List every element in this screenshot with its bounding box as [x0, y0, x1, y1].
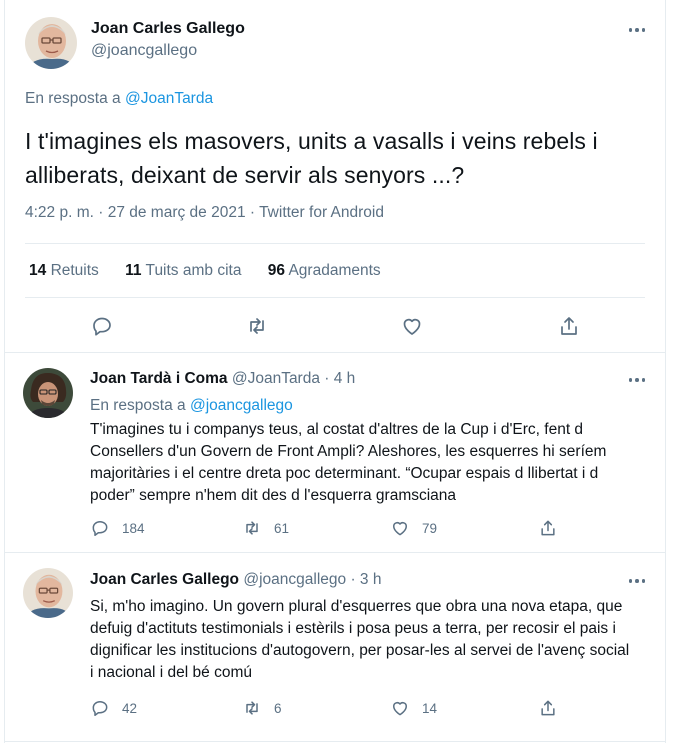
- like-count: 14: [422, 700, 438, 716]
- reply-icon: [92, 701, 108, 716]
- more-icon[interactable]: [625, 20, 649, 40]
- author-handle[interactable]: @JoanTarda: [232, 370, 320, 387]
- reply-header: Joan Carles Gallego @joancgallego · 3 h: [90, 571, 381, 589]
- reply-context: En resposta a @joancgallego: [90, 397, 293, 415]
- reply-icon: [93, 317, 111, 336]
- retweet-icon: [246, 521, 258, 535]
- retweet-count: 6: [274, 700, 282, 716]
- tweet-text: T'imagines tu i companys teus, al costat…: [90, 421, 607, 504]
- reply-prefix: En resposta a: [25, 90, 121, 107]
- reply-context: En resposta a @JoanTarda: [25, 90, 213, 108]
- heart-icon: [393, 522, 407, 536]
- avatar-joan-carles-gallego[interactable]: [23, 568, 73, 618]
- reply-tweet[interactable]: Joan Carles Gallego @joancgallego · 3 h …: [5, 553, 665, 742]
- author-name[interactable]: Joan Carles Gallego: [90, 571, 239, 588]
- retweet-button[interactable]: 61: [242, 518, 289, 538]
- reply-to-mention[interactable]: @joancgallego: [190, 397, 293, 414]
- divider: [25, 297, 645, 298]
- more-icon[interactable]: [625, 370, 649, 390]
- share-icon: [541, 520, 555, 536]
- author-handle[interactable]: @joancgallego: [243, 571, 346, 588]
- retweet-count: 61: [274, 520, 290, 536]
- reply-tweet[interactable]: Joan Tardà i Coma @JoanTarda · 4 h En re…: [5, 353, 665, 553]
- reply-header: Joan Tardà i Coma @JoanTarda · 4 h: [90, 370, 355, 388]
- reply-prefix: En resposta a: [90, 397, 186, 414]
- heart-icon: [403, 318, 421, 335]
- reply-count: 184: [122, 520, 145, 536]
- tweet-text: Si, m'ho imagino. Un govern plural d'esq…: [90, 598, 630, 681]
- reply-icon: [92, 521, 108, 536]
- like-count: 79: [422, 520, 438, 536]
- engagement-stats: 14 Retuits 11 Tuits amb cita 96 Agradame…: [29, 262, 403, 280]
- avatar-joan-tarda[interactable]: [23, 368, 73, 418]
- like-button[interactable]: 79: [390, 518, 437, 538]
- reply-button[interactable]: 184: [90, 518, 145, 538]
- reply-button[interactable]: [90, 314, 114, 338]
- heart-icon: [393, 702, 407, 716]
- reply-button[interactable]: 42: [90, 698, 137, 718]
- avatar-joan-carles-gallego[interactable]: [25, 17, 77, 69]
- author-name[interactable]: Joan Carles Gallego: [91, 20, 245, 38]
- like-button[interactable]: 14: [390, 698, 437, 718]
- tweet-time[interactable]: · 4 h: [324, 370, 355, 387]
- retweets-stat[interactable]: 14 Retuits: [29, 262, 99, 279]
- retweet-button[interactable]: [245, 314, 269, 338]
- reply-count: 42: [122, 700, 138, 716]
- share-button[interactable]: [538, 698, 558, 718]
- share-button[interactable]: [557, 314, 581, 338]
- share-button[interactable]: [538, 518, 558, 538]
- tweet-text: I t'imagines els masovers, units a vasal…: [25, 128, 598, 188]
- author-handle[interactable]: @joancgallego: [91, 42, 245, 60]
- main-tweet: Joan Carles Gallego @joancgallego En res…: [5, 0, 665, 353]
- tweet-time[interactable]: · 3 h: [350, 571, 381, 588]
- tweet-timestamp[interactable]: 4:22 p. m. · 27 de març de 2021 · Twitte…: [25, 204, 384, 222]
- retweet-button[interactable]: 6: [242, 698, 282, 718]
- likes-stat[interactable]: 96 Agradaments: [268, 262, 381, 279]
- tweet-thread: Joan Carles Gallego @joancgallego En res…: [4, 0, 666, 743]
- share-icon: [541, 700, 555, 716]
- quote-tweets-stat[interactable]: 11 Tuits amb cita: [125, 262, 241, 279]
- share-icon: [561, 317, 577, 335]
- divider: [25, 243, 645, 244]
- like-button[interactable]: [400, 314, 424, 338]
- retweet-icon: [246, 701, 258, 715]
- retweet-icon: [250, 318, 264, 334]
- more-icon[interactable]: [625, 571, 649, 591]
- reply-to-mention[interactable]: @JoanTarda: [125, 90, 213, 107]
- author-name[interactable]: Joan Tardà i Coma: [90, 370, 228, 387]
